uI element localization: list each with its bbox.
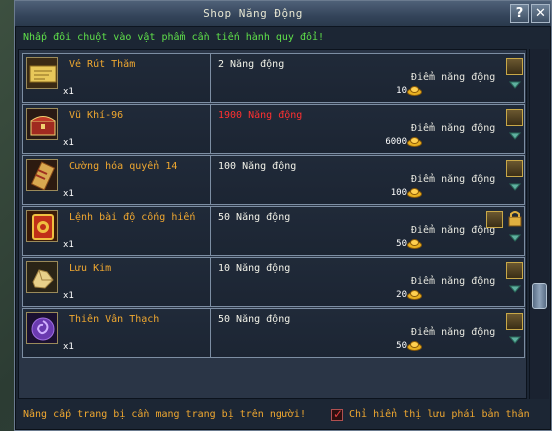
chevron-down-icon[interactable]: [508, 129, 522, 143]
item-icon-frame[interactable]: [26, 210, 58, 242]
item-quantity: x1: [63, 87, 74, 97]
item-price: 50: [396, 239, 407, 249]
scrollbar[interactable]: [529, 49, 549, 399]
currency-label: Điểm năng động: [411, 225, 496, 236]
item-cost: 100 Năng động: [218, 161, 297, 172]
gold-ore-icon: [27, 262, 57, 292]
item-icon-frame[interactable]: [26, 261, 58, 293]
settings-icon[interactable]: [506, 109, 523, 126]
column-divider: [210, 105, 211, 153]
item-price: 100: [390, 188, 407, 198]
item-quantity: x1: [63, 138, 74, 148]
own-faction-checkbox[interactable]: [331, 407, 343, 421]
currency-label: Điểm năng động: [411, 276, 496, 287]
item-name: Vũ Khí-96: [69, 110, 124, 121]
column-divider: [210, 258, 211, 306]
currency-label: Điểm năng động: [411, 72, 496, 83]
item-quantity: x1: [63, 291, 74, 301]
gold-ingot-icon: [407, 290, 422, 300]
window-title: Shop Năng Động: [203, 7, 303, 20]
shop-window: Shop Năng Động ? ✕ Nhấp đôi chuột vào vậ…: [14, 0, 552, 431]
own-faction-checkbox-label[interactable]: Chỉ hiển thị lưu phái bản thân: [349, 409, 530, 420]
token-icon: [27, 211, 57, 241]
help-button[interactable]: ?: [510, 4, 529, 23]
shop-item-row[interactable]: x1 Vé Rút Thăm 2 Năng động 10 Điểm năng …: [22, 53, 525, 103]
chevron-down-icon[interactable]: [508, 180, 522, 194]
item-quantity: x1: [63, 189, 74, 199]
currency-label: Điểm năng động: [411, 123, 496, 134]
upgrade-note: Nâng cấp trang bị cần mang trang bị trên…: [23, 409, 306, 420]
gold-ingot-icon: [407, 239, 422, 249]
gold-ingot-icon: [407, 188, 422, 198]
item-cost: 1900 Năng động: [218, 110, 303, 121]
currency-label: Điểm năng động: [411, 327, 496, 338]
close-button[interactable]: ✕: [531, 4, 550, 23]
settings-icon[interactable]: [506, 160, 523, 177]
item-name: Lưu Kim: [69, 263, 112, 274]
lock-icon[interactable]: [507, 210, 523, 227]
item-cost: 2 Năng động: [218, 59, 285, 70]
item-quantity: x1: [63, 240, 74, 250]
shop-item-row[interactable]: x1 Thiên Vân Thạch 50 Năng động 50 Điểm …: [22, 308, 525, 358]
chevron-down-icon[interactable]: [508, 231, 522, 245]
item-quantity: x1: [63, 342, 74, 352]
settings-icon[interactable]: [506, 58, 523, 75]
item-list: x1 Vé Rút Thăm 2 Năng động 10 Điểm năng …: [18, 49, 527, 399]
shop-item-row[interactable]: x1 Cường hóa quyển 14 100 Năng động 100 …: [22, 155, 525, 205]
column-divider: [210, 156, 211, 204]
scroll-icon: [27, 160, 57, 190]
purple-stone-icon: [27, 313, 57, 343]
title-bar[interactable]: Shop Năng Động ? ✕: [15, 1, 551, 27]
chevron-down-icon[interactable]: [508, 333, 522, 347]
gold-ingot-icon: [407, 86, 422, 96]
settings-icon[interactable]: [506, 262, 523, 279]
item-name: Vé Rút Thăm: [69, 59, 136, 70]
shop-item-row[interactable]: x1 Lệnh bài độ cống hiến 50 Năng động 50…: [22, 206, 525, 256]
chevron-down-icon[interactable]: [508, 282, 522, 296]
item-icon-frame[interactable]: [26, 312, 58, 344]
item-icon-frame[interactable]: [26, 57, 58, 89]
scrollbar-handle[interactable]: [532, 283, 547, 309]
gold-ingot-icon: [407, 341, 422, 351]
shop-item-row[interactable]: x1 Vũ Khí-96 1900 Năng động 6000 Điểm nă…: [22, 104, 525, 154]
settings-icon[interactable]: [486, 211, 503, 228]
chest-icon: [27, 109, 57, 139]
column-divider: [210, 309, 211, 357]
column-divider: [210, 54, 211, 102]
item-cost: 50 Năng động: [218, 212, 291, 223]
item-cost: 50 Năng động: [218, 314, 291, 325]
column-divider: [210, 207, 211, 255]
gold-ingot-icon: [407, 137, 422, 147]
instruction-text: Nhấp đôi chuột vào vật phẩm cần tiến hàn…: [23, 32, 325, 43]
currency-label: Điểm năng động: [411, 174, 496, 185]
item-price: 20: [396, 290, 407, 300]
item-name: Cường hóa quyển 14: [69, 161, 178, 172]
item-name: Lệnh bài độ cống hiến: [69, 212, 196, 223]
ticket-icon: [27, 58, 57, 88]
item-price: 50: [396, 341, 407, 351]
shop-item-row[interactable]: x1 Lưu Kim 10 Năng động 20 Điểm năng độn…: [22, 257, 525, 307]
chevron-down-icon[interactable]: [508, 78, 522, 92]
item-icon-frame[interactable]: [26, 159, 58, 191]
settings-icon[interactable]: [506, 313, 523, 330]
item-cost: 10 Năng động: [218, 263, 291, 274]
item-price: 6000: [385, 137, 407, 147]
item-name: Thiên Vân Thạch: [69, 314, 160, 325]
item-price: 10: [396, 86, 407, 96]
item-icon-frame[interactable]: [26, 108, 58, 140]
